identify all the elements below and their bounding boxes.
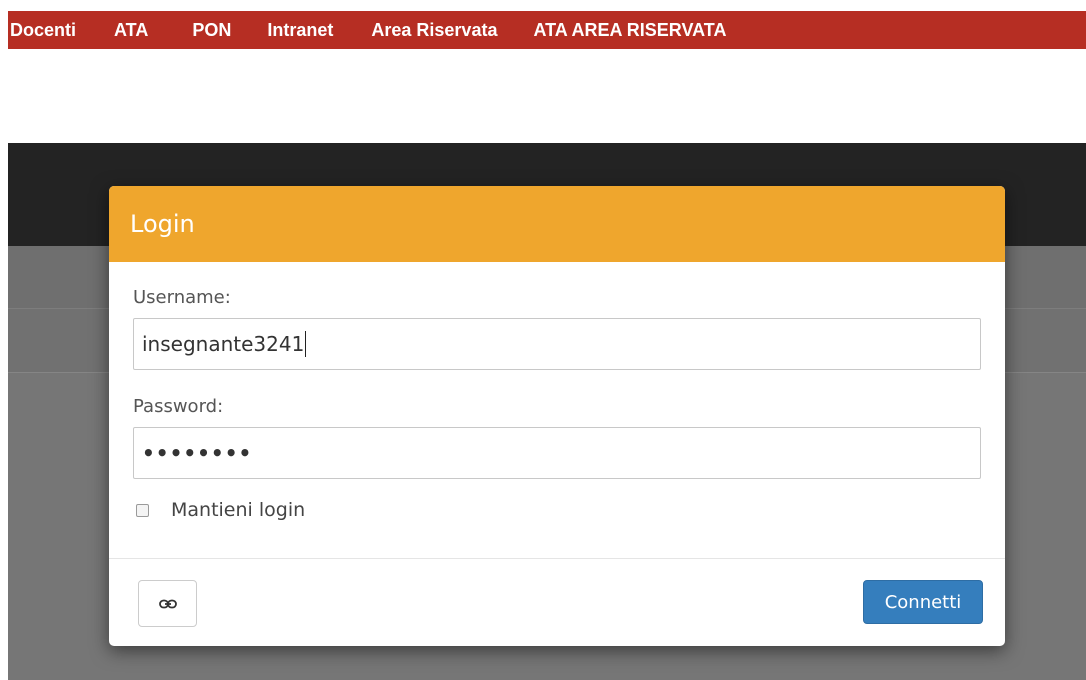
modal-footer: Connetti [109, 558, 1005, 646]
remember-login-row: Mantieni login [133, 499, 981, 521]
password-value: •••••••• [142, 441, 253, 465]
remember-login-checkbox[interactable] [136, 503, 149, 517]
connect-button[interactable]: Connetti [863, 580, 983, 624]
top-navigation-bar: Docenti ATA PON Intranet Area Riservata … [8, 11, 1086, 49]
nav-link-intranet[interactable]: Intranet [267, 11, 371, 49]
modal-title: Login [130, 210, 195, 238]
nav-link-area-riservata[interactable]: Area Riservata [371, 11, 533, 49]
nav-link-docenti[interactable]: Docenti [10, 11, 114, 49]
login-modal: Login Username: insegnante3241 Password:… [109, 186, 1005, 646]
link-icon [158, 599, 177, 609]
password-label: Password: [133, 396, 224, 417]
remember-login-label[interactable]: Mantieni login [171, 499, 305, 521]
link-button[interactable] [138, 580, 197, 627]
nav-link-pon[interactable]: PON [192, 11, 267, 49]
password-input[interactable]: •••••••• [133, 427, 981, 479]
modal-header: Login [109, 186, 1005, 262]
text-caret [305, 331, 307, 357]
nav-link-ata-area-riservata[interactable]: ATA AREA RISERVATA [533, 11, 746, 49]
username-input[interactable]: insegnante3241 [133, 318, 981, 370]
nav-link-ata[interactable]: ATA [114, 11, 192, 49]
modal-body: Username: insegnante3241 Password: •••••… [109, 262, 1005, 521]
username-value: insegnante3241 [142, 332, 305, 356]
username-label: Username: [133, 287, 231, 308]
